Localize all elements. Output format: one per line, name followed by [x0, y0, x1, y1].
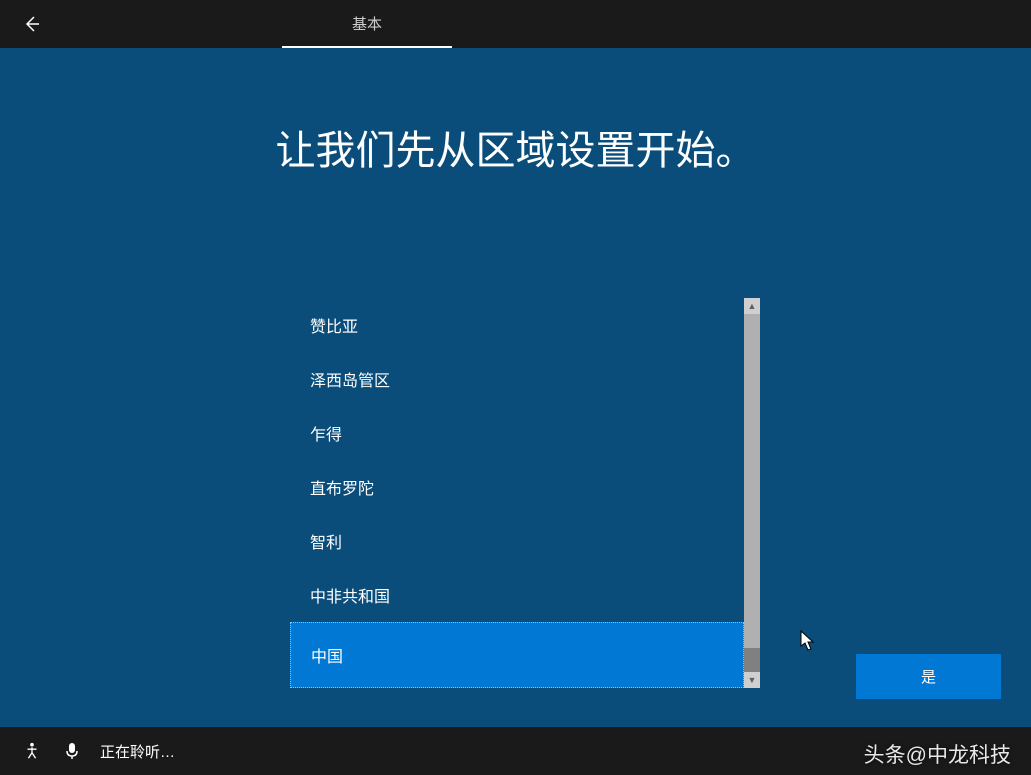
tabs-area: 基本 [282, 0, 452, 48]
listening-status-text: 正在聆听… [100, 741, 175, 762]
region-item-zambia[interactable]: 赞比亚 [290, 298, 744, 352]
accessibility-button[interactable] [12, 727, 52, 775]
scroll-up-arrow[interactable]: ▲ [744, 298, 760, 314]
watermark-text: 头条@中龙科技 [864, 739, 1011, 769]
microphone-icon [64, 742, 80, 760]
scroll-thumb[interactable] [744, 648, 760, 672]
chevron-up-icon: ▲ [748, 301, 757, 311]
region-item-chile[interactable]: 智利 [290, 514, 744, 568]
scrollbar[interactable]: ▲ ▼ [744, 298, 760, 688]
scroll-track[interactable] [744, 314, 760, 672]
mouse-cursor-icon [800, 630, 816, 657]
region-item-china[interactable]: 中国 [290, 622, 744, 688]
microphone-button[interactable] [52, 727, 92, 775]
region-list-container: 赞比亚 泽西岛管区 乍得 直布罗陀 智利 中非共和国 中国 ▲ ▼ [290, 298, 760, 688]
chevron-down-icon: ▼ [748, 675, 757, 685]
region-item-gibraltar[interactable]: 直布罗陀 [290, 460, 744, 514]
confirm-button[interactable]: 是 [856, 654, 1001, 699]
region-list[interactable]: 赞比亚 泽西岛管区 乍得 直布罗陀 智利 中非共和国 中国 [290, 298, 744, 688]
region-item-chad[interactable]: 乍得 [290, 406, 744, 460]
arrow-left-icon [22, 14, 42, 34]
region-item-jersey[interactable]: 泽西岛管区 [290, 352, 744, 406]
tab-basic[interactable]: 基本 [282, 0, 452, 48]
page-title: 让我们先从区域设置开始。 [0, 118, 1031, 176]
main-content: 让我们先从区域设置开始。 赞比亚 泽西岛管区 乍得 直布罗陀 智利 中非共和国 … [0, 48, 1031, 727]
scroll-down-arrow[interactable]: ▼ [744, 672, 760, 688]
top-bar: 基本 [0, 0, 1031, 48]
region-item-central-african-republic[interactable]: 中非共和国 [290, 568, 744, 622]
accessibility-icon [23, 742, 41, 760]
back-button[interactable] [12, 0, 52, 48]
